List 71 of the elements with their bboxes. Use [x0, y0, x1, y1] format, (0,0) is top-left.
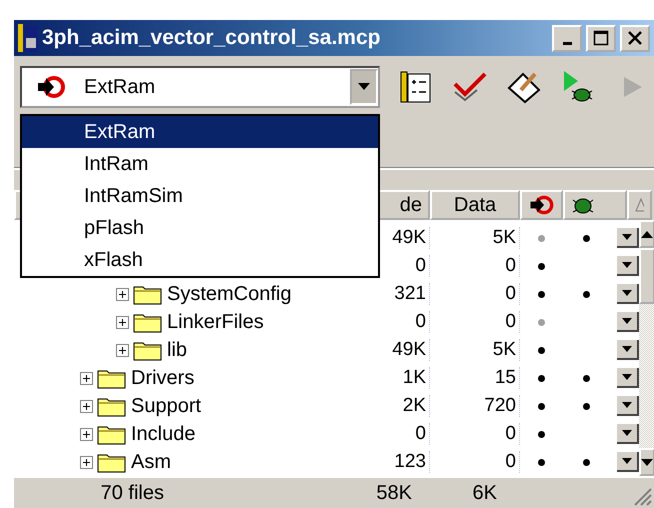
checkmark-icon[interactable]: [453, 72, 487, 102]
scroll-thumb[interactable]: [639, 248, 654, 304]
folder-name[interactable]: Include: [131, 422, 196, 446]
expand-icon[interactable]: [80, 400, 93, 412]
expand-icon[interactable]: [116, 344, 129, 356]
code-size: 2K: [340, 395, 430, 417]
expand-icon[interactable]: [116, 316, 129, 328]
expand-icon[interactable]: [80, 428, 93, 440]
code-size: 0: [340, 423, 430, 445]
data-total: 6K: [472, 482, 497, 504]
row-menu-icon[interactable]: [617, 228, 639, 248]
caret-icon: [358, 83, 370, 91]
data-size: 0: [430, 423, 520, 445]
header-cell[interactable]: [627, 190, 652, 220]
code-size: 123: [340, 451, 430, 473]
folder-name[interactable]: SystemConfig: [167, 282, 292, 306]
data-size: 0: [430, 311, 520, 333]
expand-icon[interactable]: [80, 456, 93, 468]
data-size: 0: [430, 255, 520, 277]
folder-name[interactable]: Support: [131, 394, 202, 418]
dropdown-option[interactable]: ExtRam: [22, 116, 378, 148]
close-button[interactable]: [620, 24, 650, 52]
row-menu-icon[interactable]: [617, 424, 639, 444]
row-menu-icon[interactable]: [617, 368, 639, 388]
folder-name[interactable]: Asm: [131, 450, 171, 474]
code-total: 58K: [375, 482, 412, 504]
folder-name[interactable]: lib: [167, 338, 188, 362]
column-header[interactable]: Data: [430, 190, 520, 220]
data-size: 15: [430, 367, 520, 389]
vertical-scrollbar[interactable]: [639, 220, 654, 476]
target-icon: [528, 194, 555, 216]
code-size: 1K: [340, 367, 430, 389]
resize-grip-icon[interactable]: [632, 486, 652, 506]
target-icon: [36, 74, 66, 100]
code-size: 49K: [340, 339, 430, 361]
data-size: 0: [430, 283, 520, 305]
row-menu-icon[interactable]: [617, 452, 639, 472]
row-menu-icon[interactable]: [617, 312, 639, 332]
folder-name[interactable]: Drivers: [131, 366, 194, 390]
row-menu-icon[interactable]: [617, 340, 639, 360]
options-list-icon[interactable]: [400, 70, 432, 104]
column-header[interactable]: [563, 190, 627, 220]
scroll-down-button[interactable]: [639, 448, 654, 476]
data-size: 5K: [430, 227, 520, 249]
row-menu-icon[interactable]: [617, 256, 639, 276]
dropdown-arrow-button[interactable]: [350, 69, 378, 105]
project-file-icon: [18, 24, 38, 52]
maximize-icon: [593, 30, 609, 46]
data-size: 5K: [430, 339, 520, 361]
row-menu-icon[interactable]: [617, 284, 639, 304]
code-size: 0: [340, 311, 430, 333]
minimize-button[interactable]: [552, 24, 582, 52]
down-arrow-icon: [641, 458, 653, 466]
pencil-on-page-icon[interactable]: [507, 70, 541, 104]
row-menu-icon[interactable]: [617, 396, 639, 416]
data-size: 720: [430, 395, 520, 417]
minimize-icon: [562, 42, 572, 44]
close-icon: [627, 30, 643, 46]
up-arrow-icon: [641, 230, 653, 238]
maximize-button[interactable]: [586, 24, 616, 52]
code-size: 321: [340, 283, 430, 305]
scroll-up-button[interactable]: [639, 220, 654, 248]
column-header[interactable]: [520, 190, 563, 220]
build-config-dropdown[interactable]: ExtRam: [20, 66, 380, 108]
expand-icon[interactable]: [80, 372, 93, 384]
data-size: 0: [430, 451, 520, 473]
column-chooser-icon: [635, 198, 644, 212]
expand-icon[interactable]: [116, 288, 129, 300]
file-count: 70 files: [100, 482, 164, 504]
folder-name[interactable]: LinkerFiles: [167, 310, 264, 334]
window-title: 3ph_acim_vector_control_sa.mcp: [42, 26, 382, 50]
